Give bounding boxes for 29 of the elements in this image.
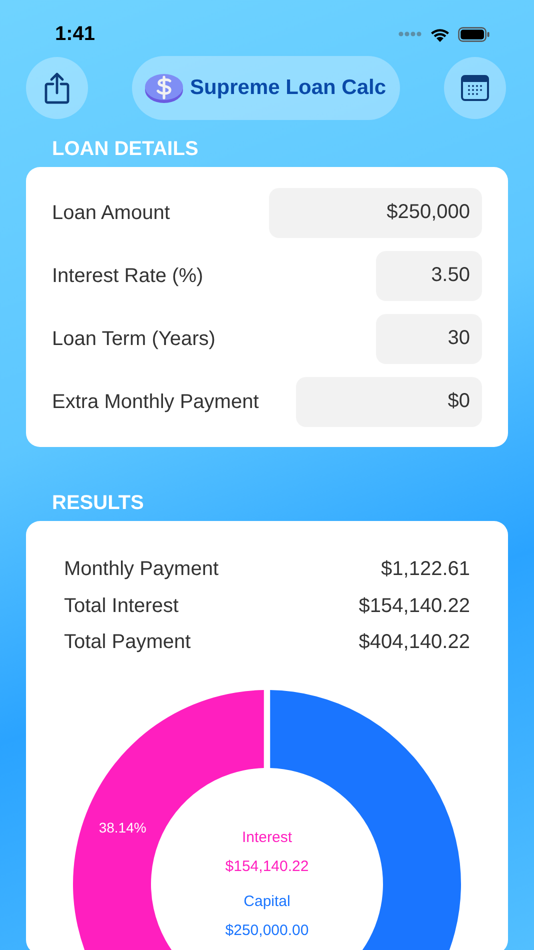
input-field[interactable]: 3.50 (376, 250, 482, 300)
status-time: 1:41 (55, 22, 96, 47)
percentage-label: 38.14% (98, 819, 146, 836)
input-field[interactable]: $0 (296, 376, 482, 426)
share-icon (44, 72, 70, 104)
field-label: Interest Rate (%) (52, 264, 204, 288)
section-heading: LOAN DETAILS (51, 137, 200, 162)
app-title-button[interactable]: Supreme Loan Calc (132, 56, 400, 120)
wifi-icon (430, 26, 450, 42)
field-label: Loan Term (Years) (52, 326, 216, 352)
coin-icon (144, 72, 184, 104)
signal-icon (398, 31, 422, 37)
result-label: Total Payment (64, 630, 191, 656)
legend-label: Interest (242, 828, 292, 846)
legend-value: $250,000.00 (225, 922, 309, 938)
legend-value: $154,140.22 (225, 858, 309, 874)
legend-label: Capital (244, 892, 290, 910)
result-value: $404,140.22 (358, 630, 470, 656)
result-label: Total Interest (64, 594, 179, 619)
input-field[interactable]: 30 (376, 314, 482, 364)
input-field[interactable]: $250,000 (269, 188, 482, 238)
result-value: $154,140.22 (358, 594, 470, 619)
field-label: Extra Monthly Payment (52, 390, 259, 414)
calendar-icon (461, 75, 489, 101)
result-value: $1,122.61 (381, 557, 470, 582)
battery-icon (458, 26, 490, 42)
section-heading: RESULTS (51, 491, 145, 516)
result-label: Monthly Payment (64, 557, 219, 582)
field-label: Loan Amount (52, 200, 170, 226)
